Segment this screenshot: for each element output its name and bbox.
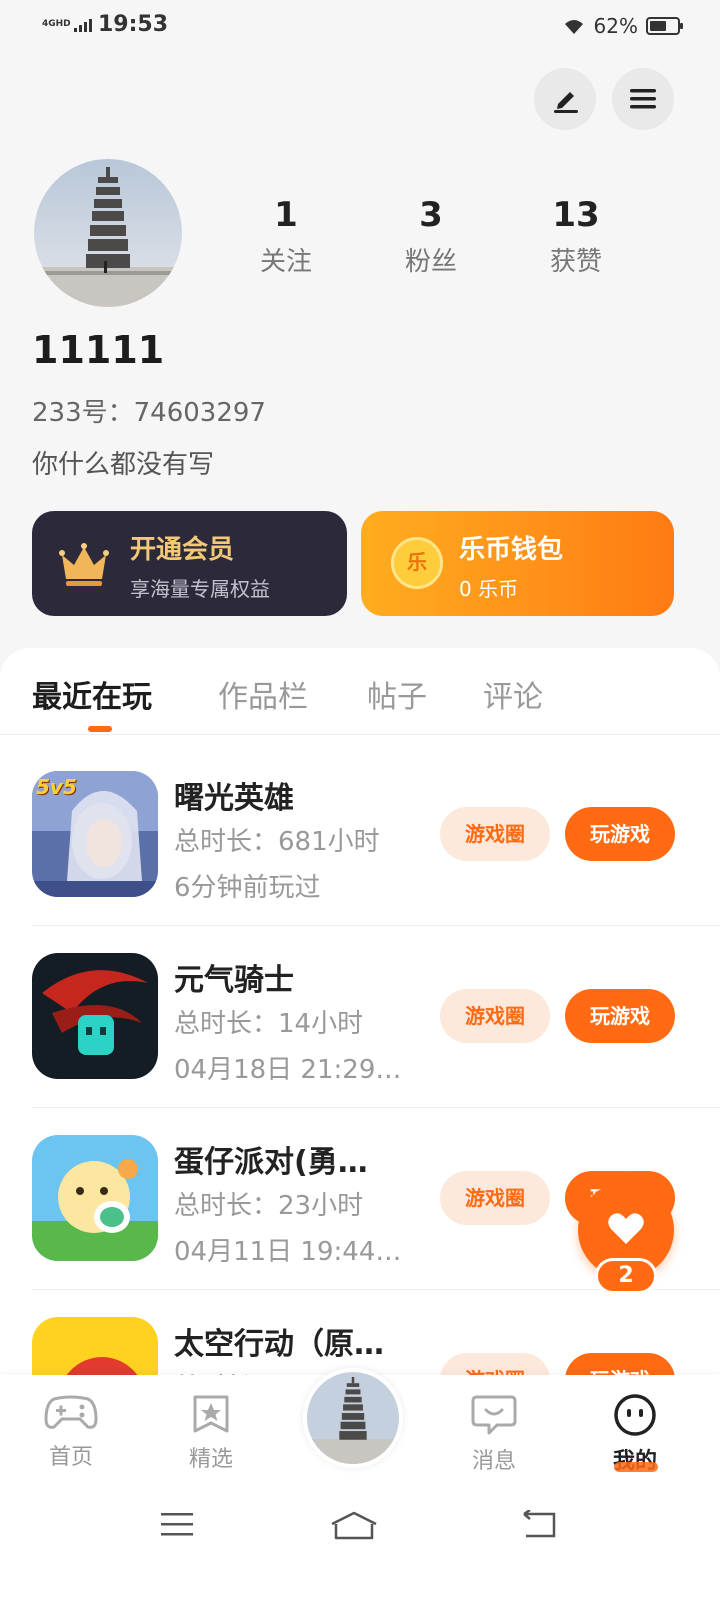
nav-messages-label: 消息: [471, 1449, 516, 1474]
game-last-played: 04月11日 19:44…: [174, 1237, 402, 1267]
like-count-badge: 2: [595, 1258, 657, 1294]
game-last-played: 04月18日 21:29…: [174, 1055, 402, 1085]
gamepad-icon: [44, 1395, 98, 1429]
tab-recently-played[interactable]: 最近在玩: [32, 672, 152, 716]
recent-apps-icon[interactable]: [160, 1510, 194, 1538]
battery-percent: 62%: [593, 14, 638, 38]
network-type: 4GHD: [42, 19, 71, 29]
coin-icon: 乐: [391, 537, 443, 589]
play-game-button[interactable]: 玩游戏: [565, 807, 675, 861]
game-name: 太空行动（原…: [174, 1327, 384, 1362]
home-icon[interactable]: [330, 1510, 378, 1542]
game-circle-button[interactable]: 游戏圈: [440, 1171, 550, 1225]
followers-stat[interactable]: 3 粉丝: [371, 195, 491, 278]
edit-profile-button[interactable]: [534, 68, 596, 130]
likes-stat[interactable]: 13 获赞: [516, 195, 636, 278]
smiley-icon: [614, 1394, 656, 1436]
game-duration: 总时长：681小时: [174, 827, 380, 857]
tab-comments[interactable]: 评论: [483, 672, 543, 716]
user-bio: 你什么都没有写: [32, 450, 215, 480]
avatar[interactable]: [34, 159, 182, 307]
nav-featured[interactable]: 精选: [161, 1393, 261, 1473]
nav-messages[interactable]: 消息: [444, 1393, 544, 1475]
star-bookmark-icon: [193, 1395, 229, 1433]
nav-home-label: 首页: [48, 1445, 93, 1470]
game-icon: [32, 1135, 158, 1261]
likes-label: 获赞: [549, 247, 602, 277]
wifi-icon: [564, 20, 583, 34]
following-stat[interactable]: 1 关注: [226, 195, 346, 278]
game-name: 元气骑士: [174, 963, 294, 998]
user-id: 233号：74603297: [32, 398, 266, 428]
clock: 19:53: [98, 12, 169, 37]
hamburger-icon: [630, 89, 656, 109]
game-name: 曙光英雄: [174, 781, 294, 816]
active-nav-indicator: [614, 1462, 658, 1472]
pencil-icon: [554, 92, 578, 113]
followers-count: 3: [419, 195, 443, 235]
followers-label: 粉丝: [404, 247, 457, 277]
game-icon: [32, 953, 158, 1079]
tab-bar: 最近在玩 作品栏 帖子 评论: [0, 648, 720, 735]
system-navigation-bar: [0, 1480, 720, 1600]
nav-home[interactable]: 首页: [21, 1393, 121, 1471]
nav-center-avatar[interactable]: [303, 1368, 403, 1468]
game-last-played: 6分钟前玩过: [174, 873, 321, 903]
game-circle-button[interactable]: 游戏圈: [440, 989, 550, 1043]
crown-icon: [59, 543, 109, 586]
likes-count: 13: [552, 195, 600, 235]
username: 11111: [32, 328, 165, 372]
divider: [32, 1107, 720, 1108]
active-tab-indicator: [88, 726, 112, 732]
nav-featured-label: 精选: [188, 1447, 233, 1472]
divider: [32, 925, 720, 926]
game-name: 蛋仔派对(勇…: [174, 1145, 368, 1180]
battery-icon: [646, 17, 683, 35]
status-bar: 4GHD 19:53 62%: [0, 0, 720, 56]
game-icon: 5v5: [32, 771, 158, 897]
wallet-card-balance: 0 乐币: [459, 577, 519, 601]
play-game-button[interactable]: 玩游戏: [565, 989, 675, 1043]
game-circle-button[interactable]: 游戏圈: [440, 807, 550, 861]
tab-works[interactable]: 作品栏: [218, 672, 308, 716]
menu-button[interactable]: [612, 68, 674, 130]
vip-card-subtitle: 享海量专属权益: [130, 577, 270, 601]
vip-card-title: 开通会员: [130, 535, 235, 565]
heart-icon: [608, 1213, 644, 1244]
signal-icon: [74, 18, 92, 32]
chat-bubble-icon: [471, 1395, 517, 1435]
game-duration: 总时长：14小时: [174, 1009, 364, 1039]
back-icon[interactable]: [520, 1510, 556, 1540]
vip-membership-card[interactable]: 开通会员 享海量专属权益: [32, 511, 347, 616]
following-count: 1: [274, 195, 298, 235]
game-badge: 5v5: [36, 775, 77, 799]
following-label: 关注: [259, 247, 312, 277]
wallet-card-title: 乐币钱包: [459, 535, 564, 565]
coin-wallet-card[interactable]: 乐 乐币钱包 0 乐币: [361, 511, 674, 616]
tab-posts[interactable]: 帖子: [367, 672, 427, 716]
game-duration: 总时长：23小时: [174, 1191, 364, 1221]
